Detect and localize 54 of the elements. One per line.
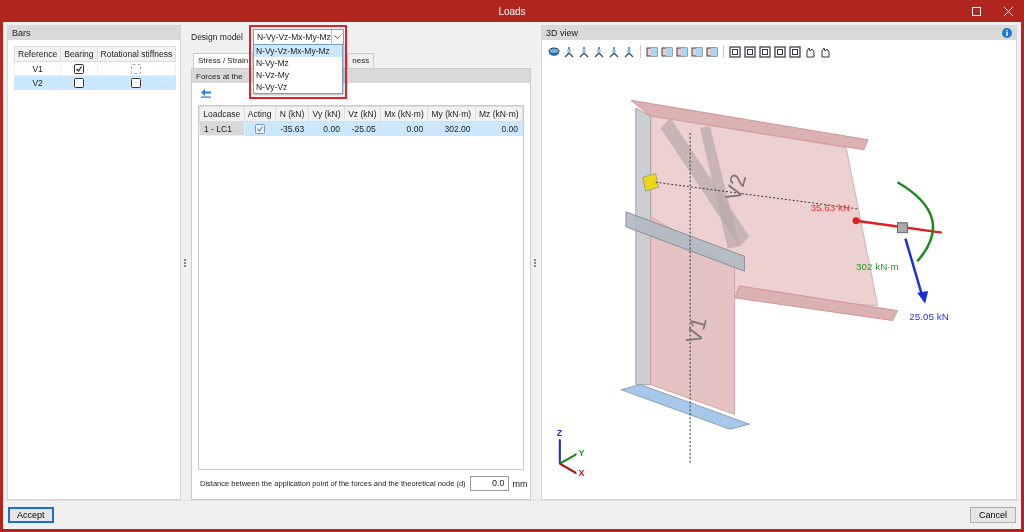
window-title: Loads xyxy=(498,5,526,17)
dropdown-option[interactable]: N-Vz-My xyxy=(254,69,342,81)
design-model-dropdown[interactable]: N-Vy-Vz-Mx-My-Mz xyxy=(253,29,344,45)
dropdown-option[interactable]: N-Vy-Vz xyxy=(254,81,342,93)
axis-label: X xyxy=(578,467,585,478)
distance-field[interactable]: 0.0 xyxy=(469,476,509,491)
dropdown-option[interactable]: N-Vy-Vz-Mx-My-Mz xyxy=(254,45,342,57)
import-icon[interactable] xyxy=(200,88,212,98)
group-title: Forces at the xyxy=(196,71,243,81)
unit-label: mm xyxy=(512,478,528,489)
column-header: Loadcase xyxy=(199,106,245,122)
force-label: 35.63 kN xyxy=(810,201,851,213)
column-header: Rotational stiffness xyxy=(97,46,176,62)
maximize-icon xyxy=(971,6,981,16)
accept-button[interactable]: Accept xyxy=(8,507,54,523)
axis-label: Z xyxy=(556,428,563,439)
column-header: Mx (kN·m) xyxy=(380,106,428,122)
checkbox[interactable] xyxy=(73,63,84,74)
moment-label: 302 kN·m xyxy=(856,261,899,273)
layers-icon[interactable] xyxy=(548,45,560,58)
shear-force-arrow xyxy=(904,238,929,304)
tab[interactable]: ness xyxy=(347,53,375,68)
axes-icon[interactable] xyxy=(563,45,575,58)
dropdown-option[interactable]: N-Vy-Mz xyxy=(254,57,342,69)
column-header: Vz (kN) xyxy=(344,106,381,122)
field-label: Design model xyxy=(191,32,243,42)
frame-icon[interactable] xyxy=(789,45,801,58)
cancel-button[interactable]: Cancel xyxy=(970,507,1016,523)
column-header: Vy (kN) xyxy=(308,106,345,122)
panel-title: 3D view xyxy=(546,28,578,38)
column-header: N (kN) xyxy=(275,106,309,122)
frame-icon[interactable] xyxy=(729,45,741,58)
force-label: 25.05 kN xyxy=(909,310,949,322)
column-header: My (kN·m) xyxy=(427,106,476,122)
axis-label: Y xyxy=(578,447,585,458)
frame-icon[interactable] xyxy=(744,45,756,58)
frame-icon[interactable] xyxy=(759,45,771,58)
checkbox[interactable] xyxy=(131,77,142,88)
bar-label: V1 xyxy=(680,314,712,347)
column-header: Acting xyxy=(244,106,276,122)
frame-icon[interactable] xyxy=(774,45,786,58)
checkbox[interactable] xyxy=(73,77,84,88)
close-icon xyxy=(1003,6,1013,16)
bar-label: V2 xyxy=(720,171,752,204)
column-header: Bearing xyxy=(60,46,98,62)
caret-icon xyxy=(334,35,341,39)
column-header: Reference xyxy=(14,46,61,62)
column-header: Mz (kN·m) xyxy=(475,106,523,122)
axis-triad-drawing xyxy=(558,438,578,475)
split-icon[interactable] xyxy=(646,45,658,58)
info-icon[interactable] xyxy=(1002,28,1012,38)
node-cube xyxy=(897,222,908,234)
tab[interactable]: Stress / Strain xyxy=(193,53,254,68)
panel-title: Bars xyxy=(12,28,31,38)
